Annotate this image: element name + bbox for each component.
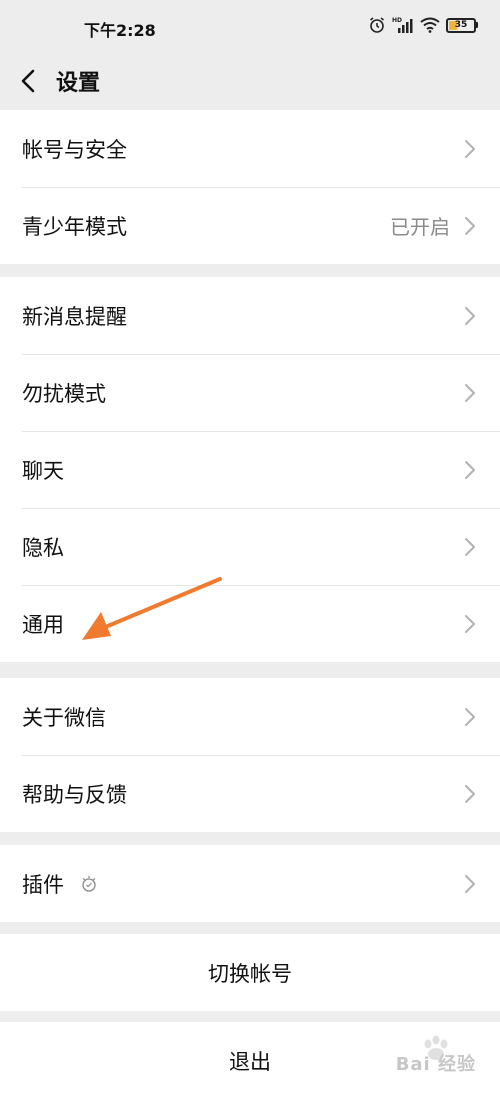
chevron-right-icon	[465, 784, 475, 803]
hd-signal-icon: HD	[392, 17, 413, 33]
settings-item-do-not-disturb[interactable]: 勿扰模式	[0, 354, 500, 431]
chevron-right-icon	[465, 707, 475, 726]
chevron-right-icon	[465, 460, 475, 479]
settings-item-notifications[interactable]: 新消息提醒	[0, 277, 500, 354]
settings-item-general[interactable]: 通用	[0, 585, 500, 662]
watermark-text: Bai 经验	[395, 1054, 476, 1075]
teen-mode-status: 已开启	[390, 215, 450, 239]
settings-item-label: 插件	[22, 872, 64, 897]
chevron-right-icon	[465, 139, 475, 158]
status-bar: 下午2:28 HD 35	[0, 0, 500, 58]
back-button[interactable]	[10, 63, 46, 99]
settings-item-account-security[interactable]: 帐号与安全	[0, 110, 500, 187]
settings-group-general: 新消息提醒 勿扰模式 聊天 隐私 通用	[0, 277, 500, 662]
svg-text:HD: HD	[392, 17, 402, 24]
wifi-icon	[420, 17, 440, 33]
chevron-right-icon	[465, 306, 475, 325]
battery-icon: 35	[446, 17, 478, 33]
page-title: 设置	[56, 71, 101, 96]
settings-item-label: 帐号与安全	[22, 137, 127, 162]
alarm-icon	[370, 17, 384, 33]
settings-item-label: 聊天	[22, 458, 64, 483]
switch-account-button[interactable]: 切换帐号	[0, 934, 500, 1011]
settings-item-about-wechat[interactable]: 关于微信	[0, 678, 500, 755]
plugin-bulb-icon	[82, 875, 96, 892]
settings-item-label: 帮助与反馈	[22, 782, 127, 807]
settings-item-plugins[interactable]: 插件	[0, 845, 500, 922]
battery-body: 35	[446, 17, 476, 33]
settings-item-teen-mode[interactable]: 青少年模式 已开启	[0, 187, 500, 264]
settings-item-label: 青少年模式	[22, 214, 127, 239]
battery-level: 35	[454, 20, 468, 30]
chevron-right-icon	[465, 614, 475, 633]
chevron-left-icon	[21, 69, 35, 93]
settings-item-label: 隐私	[22, 535, 64, 560]
settings-group-about: 关于微信 帮助与反馈	[0, 678, 500, 832]
chevron-right-icon	[465, 874, 475, 893]
status-time: 下午2:28	[84, 21, 156, 40]
battery-cap	[476, 22, 478, 28]
chevron-right-icon	[465, 537, 475, 556]
settings-item-label: 关于微信	[22, 705, 106, 730]
nav-header: 设置	[0, 58, 500, 108]
chevron-right-icon	[465, 383, 475, 402]
settings-group-plugins: 插件	[0, 845, 500, 922]
settings-item-chat[interactable]: 聊天	[0, 431, 500, 508]
settings-item-help-feedback[interactable]: 帮助与反馈	[0, 755, 500, 832]
settings-item-privacy[interactable]: 隐私	[0, 508, 500, 585]
chevron-right-icon	[465, 216, 475, 235]
status-icons: HD 35	[368, 16, 478, 34]
settings-item-label: 勿扰模式	[22, 381, 106, 406]
settings-item-label: 新消息提醒	[22, 304, 127, 329]
settings-group-account: 帐号与安全 青少年模式 已开启	[0, 110, 500, 264]
settings-item-label: 通用	[22, 612, 64, 637]
